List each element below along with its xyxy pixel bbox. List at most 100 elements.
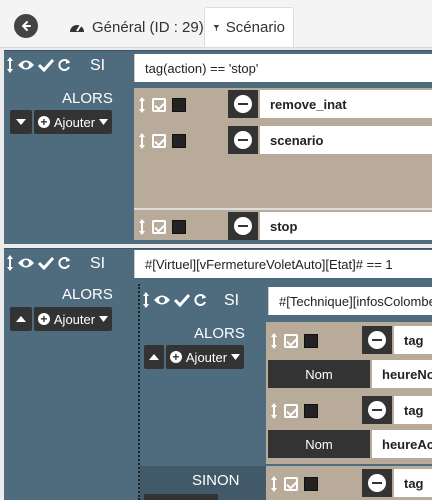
enable-checkbox[interactable] <box>152 98 166 112</box>
nested-action-1-option-label: Nom <box>268 360 370 388</box>
move-handle-icon[interactable] <box>6 56 14 74</box>
back-button[interactable] <box>14 14 38 38</box>
minus-circle-icon <box>368 474 386 492</box>
enable-checkbox[interactable] <box>152 220 166 234</box>
nested-action-3-remove-button[interactable] <box>362 469 392 497</box>
move-handle-icon[interactable] <box>142 291 150 309</box>
caret-up-icon <box>16 316 26 322</box>
block1-add-label: Ajouter <box>53 114 96 130</box>
plus-circle-icon: + <box>169 351 182 363</box>
dashboard-icon <box>70 24 84 32</box>
caret-down-icon <box>99 316 109 322</box>
block1-si-label: SI <box>90 57 106 74</box>
eye-icon[interactable] <box>17 58 35 72</box>
check-icon[interactable] <box>38 256 54 270</box>
nested-action-2-remove-button[interactable] <box>362 396 392 424</box>
action-3-tools <box>138 218 186 236</box>
tab-general-label: Général (ID : 29) <box>92 18 204 36</box>
enable-checkbox[interactable] <box>152 134 166 148</box>
action-3-command-input[interactable]: stop <box>260 212 432 240</box>
block1-tools <box>6 56 71 74</box>
nested-action-2-option-label: Nom <box>268 430 370 458</box>
eye-icon[interactable] <box>153 293 171 307</box>
move-handle-icon[interactable] <box>270 475 278 493</box>
block2-add-label: Ajouter <box>53 311 96 327</box>
nested-collapse-button[interactable] <box>144 345 164 369</box>
action-1-command-input[interactable]: remove_inat <box>260 90 432 118</box>
block2-condition-input[interactable]: #[Virtuel][vFermetureVoletAuto][Etat]# =… <box>134 250 432 278</box>
enable-checkbox[interactable] <box>284 404 298 418</box>
nested-action-2-option-input[interactable]: heureActi <box>372 430 432 458</box>
nested-tools <box>142 291 207 309</box>
nested-action-2-tools <box>270 402 318 420</box>
move-handle-icon[interactable] <box>270 402 278 420</box>
action-2-command-input[interactable]: scenario <box>260 126 432 154</box>
parallel-checkbox[interactable] <box>172 98 186 112</box>
nested-add-label: Ajouter <box>185 349 228 365</box>
caret-up-icon <box>149 354 159 360</box>
block2-tools <box>6 254 71 272</box>
nested-action-3-tools <box>270 475 318 493</box>
plus-circle-icon: + <box>37 313 50 325</box>
nested-alors-label: ALORS <box>194 325 245 342</box>
action-1-remove-button[interactable] <box>228 90 258 118</box>
caret-down-icon <box>99 119 109 125</box>
caret-down-icon <box>231 354 241 360</box>
enable-checkbox[interactable] <box>284 334 298 348</box>
action-2-remove-button[interactable] <box>228 126 258 154</box>
eye-icon[interactable] <box>17 256 35 270</box>
action-1-tools <box>138 96 186 114</box>
nested-sinon-label: SINON <box>192 472 240 489</box>
sinon-add-button-partial[interactable] <box>144 494 218 500</box>
nested-action-1-tools <box>270 332 318 350</box>
arrow-left-icon <box>21 21 31 31</box>
block2-add-button[interactable]: + Ajouter <box>34 307 112 331</box>
nested-add-button[interactable]: + Ajouter <box>166 345 244 369</box>
block1-collapse-button[interactable] <box>10 110 32 134</box>
parallel-checkbox[interactable] <box>304 477 318 491</box>
block1-condition-input[interactable]: tag(action) == 'stop' <box>134 54 432 82</box>
move-handle-icon[interactable] <box>138 218 146 236</box>
minus-circle-icon <box>234 217 252 235</box>
block1-add-button[interactable]: + Ajouter <box>34 110 112 134</box>
check-icon[interactable] <box>174 293 190 307</box>
tab-scenario-label: Scénario <box>225 19 285 36</box>
move-handle-icon[interactable] <box>138 132 146 150</box>
move-handle-icon[interactable] <box>270 332 278 350</box>
tab-scenario[interactable]: Scénario <box>204 7 294 47</box>
block1-alors-label: ALORS <box>62 90 113 107</box>
check-icon[interactable] <box>38 58 54 72</box>
enable-checkbox[interactable] <box>284 477 298 491</box>
move-handle-icon[interactable] <box>138 96 146 114</box>
move-handle-icon[interactable] <box>6 254 14 272</box>
block2-collapse-button[interactable] <box>10 307 32 331</box>
plus-circle-icon: + <box>37 116 50 128</box>
block2-alors-label: ALORS <box>62 286 113 303</box>
parallel-checkbox[interactable] <box>304 334 318 348</box>
parallel-checkbox[interactable] <box>172 134 186 148</box>
nested-action-1-command-input[interactable]: tag <box>394 326 432 354</box>
action-3-remove-button[interactable] <box>228 212 258 240</box>
nested-action-2-command-input[interactable]: tag <box>394 396 432 424</box>
action-separator <box>134 208 432 210</box>
parallel-checkbox[interactable] <box>304 404 318 418</box>
tab-general[interactable]: Général (ID : 29) <box>60 7 212 47</box>
nested-action-1-option-input[interactable]: heureNot <box>372 360 432 388</box>
minus-circle-icon <box>368 401 386 419</box>
block2-si-label: SI <box>90 255 106 272</box>
refresh-icon[interactable] <box>193 293 207 307</box>
refresh-icon[interactable] <box>57 256 71 270</box>
nested-action-3-command-input[interactable]: tag <box>394 469 432 497</box>
top-bar: Général (ID : 29) Scénario <box>0 0 432 48</box>
nested-condition-input[interactable]: #[Technique][infosColombes <box>268 287 432 315</box>
filter-icon <box>213 24 220 31</box>
nested-action-1-remove-button[interactable] <box>362 326 392 354</box>
parallel-checkbox[interactable] <box>172 220 186 234</box>
minus-circle-icon <box>368 331 386 349</box>
refresh-icon[interactable] <box>57 58 71 72</box>
minus-circle-icon <box>234 131 252 149</box>
nested-si-label: SI <box>224 292 240 309</box>
action-2-tools <box>138 132 186 150</box>
caret-down-icon <box>16 119 26 125</box>
minus-circle-icon <box>234 95 252 113</box>
